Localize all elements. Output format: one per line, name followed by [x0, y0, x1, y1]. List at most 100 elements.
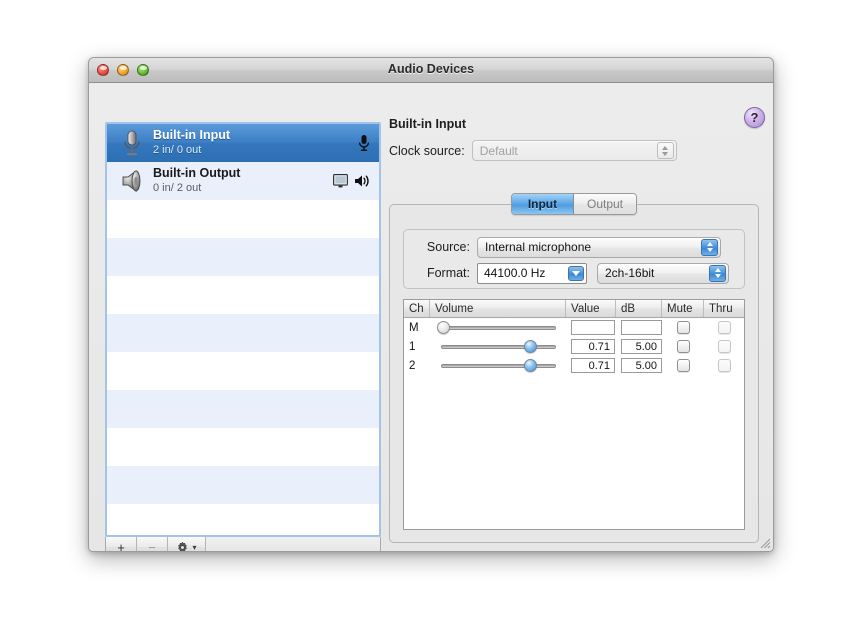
list-item[interactable]: [107, 466, 379, 504]
list-item[interactable]: [107, 428, 379, 466]
page-title: Built-in Input: [389, 117, 467, 131]
thru-checkbox[interactable]: [717, 359, 731, 372]
device-row-built-in-output[interactable]: Built-in Output 0 in/ 2 out: [107, 162, 379, 200]
clock-source-row: Clock source: Default: [389, 140, 759, 161]
device-list[interactable]: Built-in Input 2 in/ 0 out Built-in Outp…: [107, 124, 379, 535]
device-channels: 2 in/ 0 out: [153, 144, 202, 156]
gear-icon: [178, 541, 188, 551]
volume-slider[interactable]: [435, 356, 562, 375]
mute-checkbox[interactable]: [676, 359, 690, 372]
sample-rate-value: 44100.0 Hz: [484, 266, 546, 280]
resize-grip[interactable]: [757, 535, 771, 549]
speaker-icon: [355, 175, 369, 187]
window-titlebar: Audio Devices: [89, 58, 773, 83]
audio-devices-window: Audio Devices Built-in Input 2 in/ 0 out…: [88, 57, 774, 552]
clock-source-value: Default: [479, 143, 518, 158]
slider-knob[interactable]: [523, 340, 537, 353]
table-row[interactable]: 1 0.71 5.00: [404, 337, 744, 356]
clock-source-label: Clock source:: [389, 143, 465, 158]
volume-slider-cell[interactable]: [430, 318, 566, 337]
remove-device-button[interactable]: −: [137, 537, 168, 551]
toolbar-filler: [206, 537, 380, 551]
db-field[interactable]: 5.00: [621, 339, 662, 354]
channel-label: 1: [409, 340, 416, 353]
clock-source-select[interactable]: Default: [471, 140, 677, 161]
volume-slider-cell[interactable]: [430, 337, 566, 356]
io-tabview: Input Output Source: Internal microphone: [389, 193, 759, 543]
column-header-value[interactable]: Value: [566, 300, 616, 317]
source-format-group: Source: Internal microphone Format: 4410…: [403, 229, 745, 289]
value-field[interactable]: 0.71: [571, 339, 615, 354]
microphone-icon: [358, 135, 370, 151]
stepper-arrows-icon: [656, 142, 674, 159]
window-body: Built-in Input 2 in/ 0 out Built-in Outp…: [89, 83, 773, 551]
sample-rate-combo[interactable]: 44100.0 Hz: [477, 262, 587, 284]
column-header-ch[interactable]: Ch: [404, 300, 430, 317]
channel-label: M: [409, 321, 419, 334]
source-select[interactable]: Internal microphone: [477, 236, 721, 258]
value-field[interactable]: [571, 320, 615, 335]
format-label: Format:: [426, 266, 470, 280]
mute-checkbox[interactable]: [676, 340, 690, 353]
slider-knob[interactable]: [523, 359, 537, 372]
mute-checkbox[interactable]: [676, 321, 690, 334]
help-button[interactable]: ?: [744, 107, 765, 128]
channel-label: 2: [409, 359, 416, 372]
device-list-toolbar: + − ▾: [105, 537, 381, 551]
device-row-built-in-input[interactable]: Built-in Input 2 in/ 0 out: [107, 124, 379, 162]
device-name: Built-in Input: [153, 128, 231, 142]
list-item[interactable]: [107, 200, 379, 238]
microphone-icon: [124, 130, 140, 156]
tab-input[interactable]: Input: [511, 194, 574, 214]
db-field[interactable]: 5.00: [621, 358, 662, 373]
value-field[interactable]: 0.71: [571, 358, 615, 373]
channel-depth-select[interactable]: 2ch-16bit: [597, 262, 729, 284]
tab-output[interactable]: Output: [573, 194, 637, 214]
format-row: Format: 44100.0 Hz 2ch-16bit: [414, 260, 744, 286]
device-actions-button[interactable]: ▾: [168, 537, 206, 551]
slider-knob[interactable]: [437, 321, 450, 334]
channel-table: Ch Volume Value dB Mute Thru M 1 0.71 5.…: [403, 299, 745, 530]
list-item[interactable]: [107, 314, 379, 352]
list-item[interactable]: [107, 276, 379, 314]
volume-slider[interactable]: [435, 337, 562, 356]
table-row[interactable]: 2 0.71 5.00: [404, 356, 744, 375]
column-header-thru[interactable]: Thru: [704, 300, 744, 317]
tab-panel-input: Source: Internal microphone Format: 4410…: [389, 204, 759, 543]
volume-slider-cell[interactable]: [430, 356, 566, 375]
stepper-arrows-icon: [701, 238, 718, 256]
thru-checkbox[interactable]: [717, 321, 731, 334]
device-name: Built-in Output: [153, 166, 241, 180]
device-list-container: Built-in Input 2 in/ 0 out Built-in Outp…: [105, 122, 381, 537]
source-value: Internal microphone: [485, 240, 592, 254]
source-row: Source: Internal microphone: [414, 234, 744, 260]
source-label: Source:: [426, 240, 470, 254]
volume-slider[interactable]: [435, 318, 562, 337]
display-icon: [333, 174, 348, 188]
channel-depth-value: 2ch-16bit: [605, 266, 655, 280]
table-header: Ch Volume Value dB Mute Thru: [404, 300, 744, 318]
list-item[interactable]: [107, 390, 379, 428]
list-item[interactable]: [107, 352, 379, 390]
device-badges: [333, 162, 370, 200]
window-title: Audio Devices: [387, 62, 475, 76]
chevron-down-icon[interactable]: [568, 265, 584, 281]
tab-strip: Input Output: [389, 193, 759, 215]
column-header-volume[interactable]: Volume: [430, 300, 566, 317]
speaker-icon: [122, 170, 141, 192]
list-item[interactable]: [107, 238, 379, 276]
slider-track: [441, 326, 556, 330]
table-row[interactable]: M: [404, 318, 744, 337]
device-channels: 0 in/ 2 out: [153, 182, 202, 194]
device-badges: [358, 124, 370, 162]
detail-pane: Built-in Input Clock source: Default: [389, 117, 759, 161]
column-header-db[interactable]: dB: [616, 300, 662, 317]
slider-track: [441, 364, 556, 368]
db-field[interactable]: [621, 320, 662, 335]
stepper-arrows-icon: [709, 264, 726, 282]
list-item[interactable]: [107, 504, 379, 535]
column-header-mute[interactable]: Mute: [662, 300, 704, 317]
add-device-button[interactable]: +: [106, 537, 137, 551]
thru-checkbox[interactable]: [717, 340, 731, 353]
slider-track: [441, 345, 556, 349]
